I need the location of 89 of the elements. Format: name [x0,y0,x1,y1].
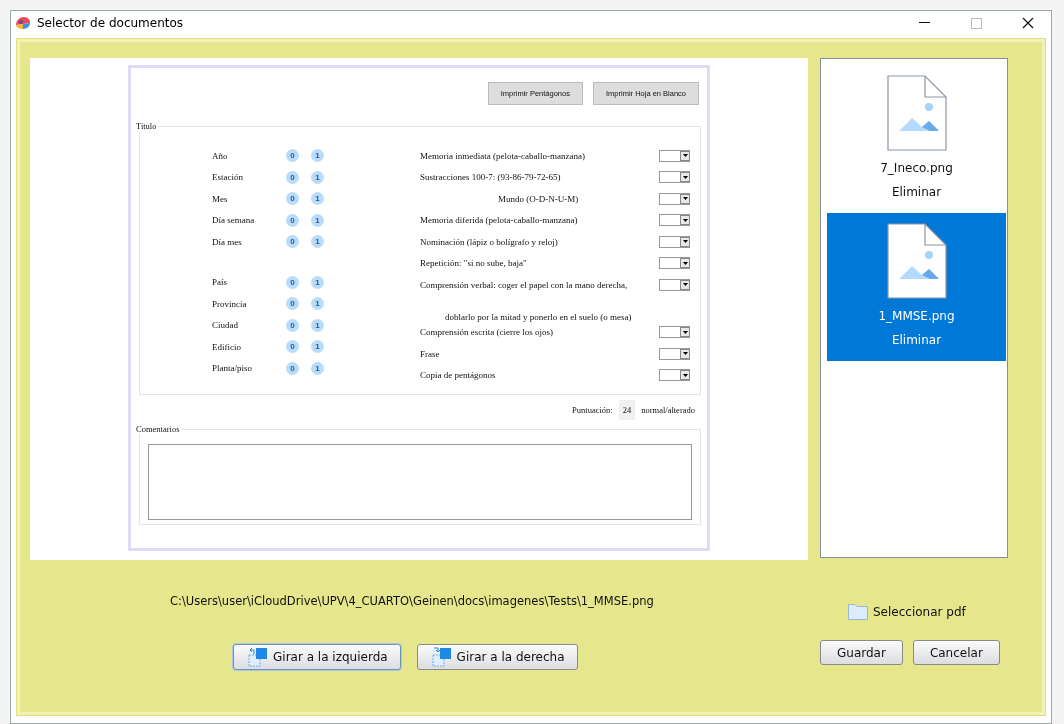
score-option[interactable]: 1 [311,192,324,206]
question-label: Nominación (lápiz o bolígrafo y reloj) [420,236,558,247]
window-title: Selector de documentos [37,16,185,30]
score-option[interactable]: 0 [286,149,299,163]
score-option[interactable]: 0 [286,275,299,289]
score-option[interactable]: 0 [286,170,299,184]
question-label: País [212,277,228,288]
dropdown-arrow-icon [682,352,688,356]
score-dropdown[interactable] [659,149,690,162]
dropdown-arrow-icon [682,175,688,179]
delete-link[interactable]: Eliminar [891,185,942,199]
score-dropdown[interactable] [659,235,690,248]
question-label: Frase [420,348,440,359]
score-option[interactable]: 1 [311,213,324,227]
score-option[interactable]: 0 [286,235,299,249]
rotate-left-icon [248,647,268,667]
save-button[interactable]: Guardar [820,640,903,665]
score-option[interactable]: 1 [311,235,324,249]
question-label: Copia de pentágonos [420,370,496,381]
question-label: Comprensión verbal: coger el papel con la mano derecha, [420,279,628,290]
delete-link[interactable]: Eliminar [891,333,942,347]
folder-icon [848,603,868,620]
file-path: C:\Users\user\iCloudDrive\UPV\4_CUARTO\Geinen\docs\imagenes\Tests\1_MMSE.png [170,594,655,608]
question-label: Memoria inmediata (pelota-caballo-manzana) [420,150,585,161]
score-option[interactable]: 0 [286,361,299,375]
score-dropdown[interactable] [659,278,690,291]
question-label: Año [212,150,229,161]
dropdown-arrow-icon [682,373,688,377]
score-option[interactable]: 0 [286,318,299,332]
score-dropdown[interactable] [659,326,690,339]
rotate-left-button[interactable]: Girar a la izquierda [233,644,401,670]
score-dropdown[interactable] [659,347,690,360]
question-label: Estación [212,172,244,183]
section-title: Titulo [136,121,159,131]
dropdown-arrow-icon [682,330,688,334]
question-label: Edificio [212,341,242,352]
score-option[interactable]: 0 [286,192,299,206]
image-file-icon [886,223,947,299]
score-option[interactable]: 1 [311,361,324,375]
comments-field[interactable] [148,444,692,520]
score-option[interactable]: 1 [311,275,324,289]
question-label: Ciudad [212,320,239,331]
score-dropdown[interactable] [659,257,690,270]
question-label: Día semana [212,215,256,226]
score-label: Puntuación: [572,405,613,415]
image-file-icon [886,75,947,151]
maximize-icon [970,17,982,29]
rotate-right-icon [431,647,452,667]
dropdown-arrow-icon [682,218,688,222]
file-item[interactable]: 1_MMSE.png Eliminar [827,213,1006,361]
score-dropdown[interactable] [659,214,690,227]
app-logo-icon [15,16,31,30]
score-value: 24 [618,400,636,420]
close-icon [1022,17,1034,29]
score-option[interactable]: 1 [311,340,324,354]
select-pdf-link[interactable]: Seleccionar pdf [873,604,966,619]
question-label: Sustracciones 100-7: (93-86-79-72-65) [420,172,561,183]
score-option[interactable]: 1 [311,170,324,184]
score-option[interactable]: 0 [286,297,299,311]
question-label: Mundo (O-D-N-U-M) [497,193,579,204]
section-title: Comentarios [136,424,182,434]
question-label: Comprensión escrita (cierre los ojos) [420,327,553,338]
question-label: Memoria diferida (pelota-caballo-manzana) [420,215,578,226]
question-label: Mes [212,193,229,204]
question-label: Repetición: "si no sube, baja" [420,258,527,269]
score-option[interactable]: 1 [311,318,324,332]
question-label: Planta/piso [212,363,253,374]
score-option[interactable]: 1 [311,149,324,163]
minimize-icon [918,22,930,24]
dropdown-arrow-icon [682,197,688,201]
dropdown-arrow-icon [682,240,688,244]
score-note: normal/alterado [641,405,695,415]
score-dropdown[interactable] [659,369,690,382]
file-item[interactable]: 7_Ineco.png Eliminar [827,65,1006,213]
score-dropdown[interactable] [659,171,690,184]
score-option[interactable]: 1 [311,297,324,311]
cancel-button[interactable]: Cancelar [912,640,1000,665]
score-dropdown[interactable] [659,192,690,205]
score-option[interactable]: 0 [286,340,299,354]
file-name: 1_MMSE.png [878,309,955,323]
dropdown-arrow-icon [682,261,688,265]
file-name: 7_Ineco.png [880,161,953,175]
question-label: Provincia [212,298,248,309]
rotate-right-button[interactable]: Girar a la derecha [416,644,578,670]
question-label: doblarlo por la mitad y ponerlo en el suelo (o mesa) [444,311,632,322]
score-option[interactable]: 0 [286,213,299,227]
dropdown-arrow-icon [682,283,688,287]
question-label: Día mes [212,236,243,247]
dropdown-arrow-icon [682,154,688,158]
